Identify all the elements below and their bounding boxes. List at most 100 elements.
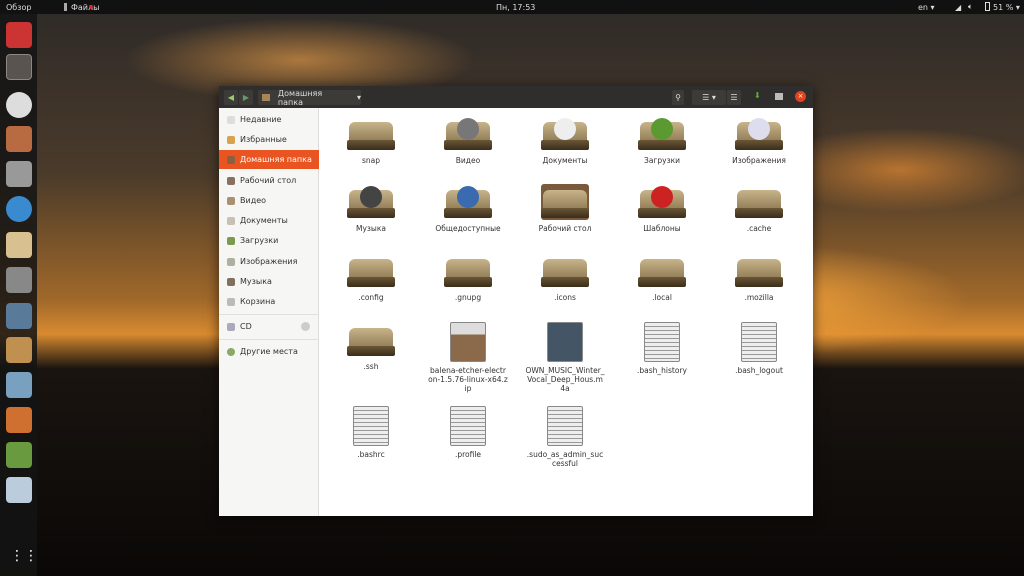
sidebar-item-music[interactable]: Музыка	[219, 272, 319, 291]
language-indicator[interactable]: en ▾	[918, 3, 935, 12]
file-item[interactable]: .mozilla	[711, 253, 807, 302]
file-name: Общедоступные	[435, 224, 501, 233]
minimize-button[interactable]	[775, 93, 783, 100]
sidebar-item-documents[interactable]: Документы	[219, 211, 319, 230]
gift-icon	[651, 186, 673, 208]
sidebar: Недавние Избранные Домашняя папка Рабочи…	[219, 108, 319, 516]
file-item[interactable]: .cache	[711, 184, 807, 233]
app-menu[interactable]: Файлы	[71, 3, 99, 12]
sidebar-item-pictures[interactable]: Изображения	[219, 252, 319, 271]
recent-icon	[227, 115, 235, 124]
location-button[interactable]: Домашняя папка ▾	[258, 89, 361, 107]
text-icon	[450, 406, 486, 446]
dock-app-icon[interactable]	[6, 161, 32, 187]
activities-button[interactable]: Обзор	[6, 3, 31, 12]
file-item[interactable]: .ssh	[323, 322, 419, 371]
divider	[219, 314, 319, 315]
trash-icon	[227, 297, 235, 306]
sidebar-item-other-locations[interactable]: Другие места	[219, 342, 319, 361]
sidebar-item-videos[interactable]: Видео	[219, 191, 319, 210]
file-item[interactable]: .bash_logout	[711, 322, 807, 375]
sidebar-item-downloads[interactable]: Загрузки	[219, 231, 319, 250]
file-item[interactable]: Документы	[517, 116, 613, 165]
folder-icon	[638, 253, 686, 289]
dock-app-icon[interactable]	[6, 232, 32, 258]
picture-icon	[735, 116, 783, 152]
music-icon	[360, 186, 382, 208]
dock-app-icon[interactable]	[6, 407, 32, 433]
file-item[interactable]: Загрузки	[614, 116, 710, 165]
dock-app-icon[interactable]	[6, 303, 32, 329]
gift-icon	[638, 184, 686, 220]
file-item[interactable]: Видео	[420, 116, 516, 165]
file-item[interactable]: .local	[614, 253, 710, 302]
label: Недавние	[240, 115, 282, 124]
dock-app-icon[interactable]	[6, 477, 32, 503]
dock-app-icon[interactable]	[6, 22, 32, 48]
sidebar-item-cd[interactable]: CD	[219, 317, 319, 336]
show-applications-icon[interactable]: ⋮⋮	[10, 548, 38, 564]
film-reel-icon	[444, 116, 492, 152]
menu-button[interactable]: ☰	[727, 90, 741, 105]
file-name: Видео	[455, 156, 481, 165]
search-button[interactable]: ⚲	[672, 90, 684, 105]
file-name: Музыка	[356, 224, 386, 233]
file-item[interactable]: .icons	[517, 253, 613, 302]
dock-settings-icon[interactable]	[6, 267, 32, 293]
file-item[interactable]: balena-etcher-electron-1.5.76-linux-x64.…	[420, 322, 516, 393]
sidebar-item-starred[interactable]: Избранные	[219, 130, 319, 149]
file-item[interactable]: .profile	[420, 406, 516, 459]
file-item[interactable]: Шаблоны	[614, 184, 710, 233]
file-name: .cache	[746, 224, 772, 233]
dock-app-icon[interactable]	[6, 126, 32, 152]
file-item[interactable]: Рабочий стол	[517, 184, 613, 233]
back-button[interactable]: ◀	[224, 90, 238, 105]
file-item[interactable]: Изображения	[711, 116, 807, 165]
battery-icon[interactable]	[985, 2, 990, 11]
sidebar-item-recent[interactable]: Недавние	[219, 110, 319, 129]
file-item[interactable]: Общедоступные	[420, 184, 516, 233]
app-menu-chevron-icon[interactable]: ▾	[89, 3, 93, 12]
forward-button[interactable]: ▶	[239, 90, 253, 105]
dock-files-icon[interactable]	[6, 54, 32, 80]
dock: ⋮⋮	[0, 14, 38, 576]
dock-app-icon[interactable]	[6, 372, 32, 398]
file-item[interactable]: OWN_MUSIC_Winter_Vocal_Deep_Hous.m4a	[517, 322, 613, 393]
home-icon	[227, 155, 235, 164]
dock-app-icon[interactable]	[6, 442, 32, 468]
close-button[interactable]: ×	[795, 91, 806, 102]
file-name: Рабочий стол	[538, 224, 592, 233]
label: Изображения	[240, 257, 298, 266]
file-item[interactable]: .sudo_as_admin_successful	[517, 406, 613, 468]
battery-status[interactable]: 51 % ▾	[993, 3, 1020, 12]
file-name: Документы	[542, 156, 588, 165]
file-item[interactable]: .bash_history	[614, 322, 710, 375]
dock-app-icon[interactable]	[6, 196, 32, 222]
file-item[interactable]: .gnupg	[420, 253, 516, 302]
download-icon[interactable]: ⬇	[754, 91, 761, 100]
sidebar-item-trash[interactable]: Корзина	[219, 292, 319, 311]
network-icon[interactable]: ◢	[955, 3, 961, 12]
file-item[interactable]: .bashrc	[323, 406, 419, 459]
label: Рабочий стол	[240, 176, 297, 185]
pictures-folder-icon	[227, 257, 235, 266]
file-name: .config	[358, 293, 384, 302]
file-name: balena-etcher-electron-1.5.76-linux-x64.…	[428, 366, 508, 393]
audio-icon	[547, 322, 583, 362]
eject-icon[interactable]	[301, 322, 310, 331]
sidebar-item-desktop[interactable]: Рабочий стол	[219, 171, 319, 190]
download-icon	[638, 116, 686, 152]
volume-icon[interactable]: 🔈︎	[968, 2, 973, 12]
label: Музыка	[240, 277, 272, 286]
desktop-icon	[227, 176, 235, 185]
file-item[interactable]: snap	[323, 116, 419, 165]
file-item[interactable]: Музыка	[323, 184, 419, 233]
view-options-button[interactable]: ☰ ▾	[692, 90, 726, 105]
clock[interactable]: Пн, 17:53	[496, 3, 535, 12]
file-item[interactable]: .config	[323, 253, 419, 302]
dock-speaker-icon[interactable]	[6, 92, 32, 118]
plus-icon	[227, 347, 235, 356]
sidebar-item-home[interactable]: Домашняя папка	[219, 150, 319, 169]
dock-app-icon[interactable]	[6, 337, 32, 363]
top-bar: Обзор Файлы ▾ Пн, 17:53 en ▾ ◢ 🔈︎ 51 % ▾	[0, 0, 1024, 14]
